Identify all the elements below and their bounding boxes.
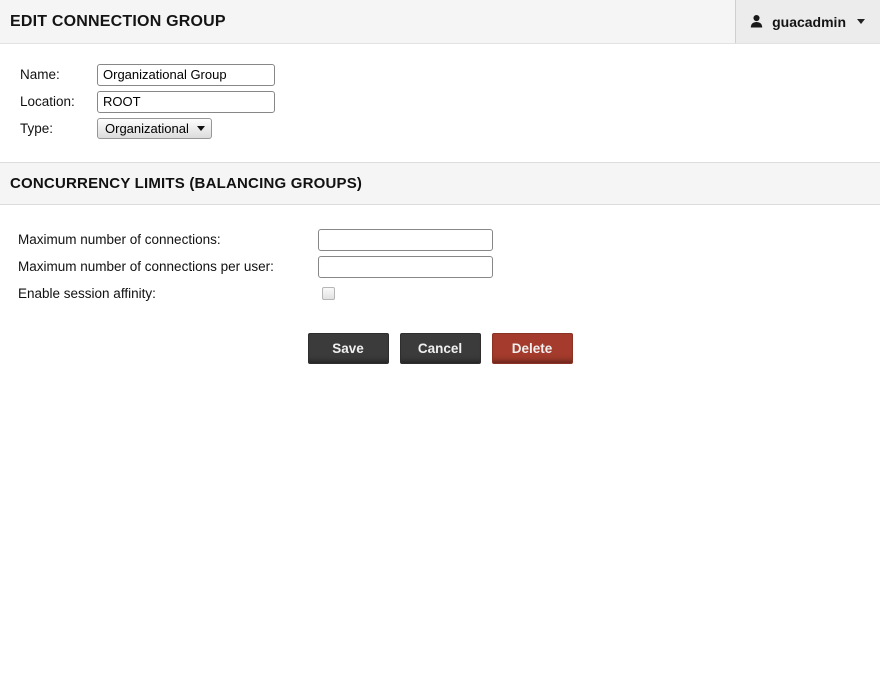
session-affinity-label: Enable session affinity: bbox=[18, 286, 318, 301]
user-name: guacadmin bbox=[772, 14, 846, 30]
caret-down-icon bbox=[197, 126, 205, 131]
max-connections-per-user-input[interactable] bbox=[318, 256, 493, 278]
name-input[interactable] bbox=[97, 64, 275, 86]
max-connections-label: Maximum number of connections: bbox=[18, 232, 318, 247]
user-menu-button[interactable]: guacadmin bbox=[735, 0, 880, 43]
max-connections-input[interactable] bbox=[318, 229, 493, 251]
form-row-max-connections-per-user: Maximum number of connections per user: bbox=[18, 255, 880, 278]
form-row-max-connections: Maximum number of connections: bbox=[18, 228, 880, 251]
type-label: Type: bbox=[20, 121, 97, 136]
save-button[interactable]: Save bbox=[308, 333, 389, 364]
form-row-location: Location: bbox=[20, 90, 880, 113]
form-row-session-affinity: Enable session affinity: bbox=[18, 282, 880, 305]
section-header-concurrency-limits: CONCURRENCY LIMITS (BALANCING GROUPS) bbox=[0, 162, 880, 205]
page-title: EDIT CONNECTION GROUP bbox=[0, 13, 226, 31]
action-buttons: Save Cancel Delete bbox=[0, 333, 880, 364]
location-input[interactable] bbox=[97, 91, 275, 113]
form-row-name: Name: bbox=[20, 63, 880, 86]
cancel-button[interactable]: Cancel bbox=[400, 333, 481, 364]
type-select-value: Organizational bbox=[105, 121, 189, 136]
group-properties-form: Name: Location: Type: Organizational bbox=[0, 44, 880, 140]
max-connections-per-user-label: Maximum number of connections per user: bbox=[18, 259, 318, 274]
location-label: Location: bbox=[20, 94, 97, 109]
name-label: Name: bbox=[20, 67, 97, 82]
form-row-type: Type: Organizational bbox=[20, 117, 880, 140]
concurrency-limits-form: Maximum number of connections: Maximum n… bbox=[0, 205, 880, 305]
delete-button[interactable]: Delete bbox=[492, 333, 573, 364]
user-icon bbox=[749, 14, 764, 29]
session-affinity-checkbox[interactable] bbox=[322, 287, 335, 300]
edit-connection-group-page: EDIT CONNECTION GROUP guacadmin Name: Lo… bbox=[0, 0, 880, 364]
type-select[interactable]: Organizational bbox=[97, 118, 212, 139]
app-header: EDIT CONNECTION GROUP guacadmin bbox=[0, 0, 880, 44]
caret-down-icon bbox=[857, 19, 865, 24]
